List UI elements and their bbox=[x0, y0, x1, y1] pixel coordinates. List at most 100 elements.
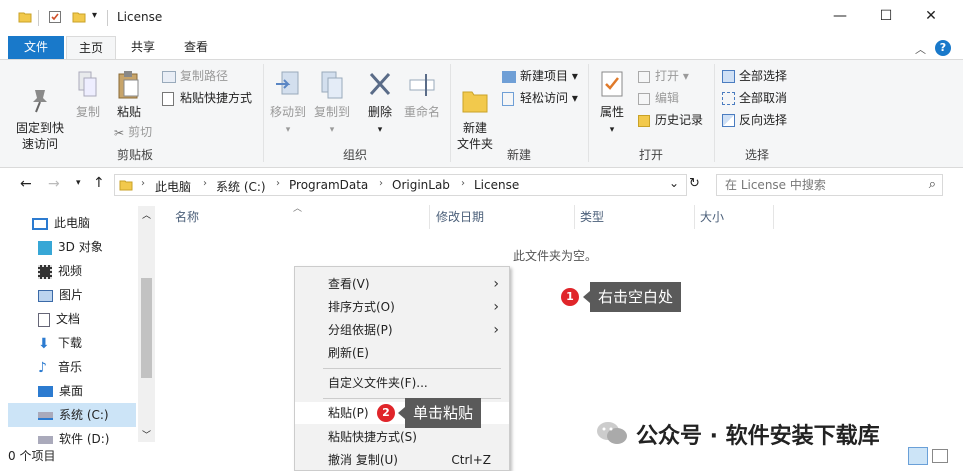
tab-share[interactable]: 共享 bbox=[118, 36, 168, 60]
back-arrow-icon[interactable]: ← bbox=[20, 176, 32, 192]
copy-to-button[interactable]: 复制到 ▾ bbox=[310, 70, 354, 138]
up-arrow-icon[interactable]: ↑ bbox=[93, 175, 105, 191]
breadcrumb-this-pc[interactable]: 此电脑 bbox=[155, 178, 191, 195]
new-item-button[interactable]: 新建项目 ▾ bbox=[502, 66, 578, 86]
breadcrumb-originlab[interactable]: OriginLab bbox=[392, 178, 450, 192]
rename-button[interactable]: 重命名 bbox=[400, 70, 444, 120]
drive-icon bbox=[38, 411, 53, 420]
nav-item-system-c[interactable]: 系统 (C:) bbox=[8, 403, 136, 427]
new-folder-button[interactable]: 新建 文件夹 bbox=[454, 70, 496, 152]
select-all-button[interactable]: 全部选择 bbox=[722, 66, 787, 86]
close-button[interactable]: ✕ bbox=[920, 8, 942, 28]
nav-item-music[interactable]: ♪ 音乐 bbox=[8, 355, 136, 379]
paste-button[interactable]: 粘贴 bbox=[112, 70, 146, 120]
new-folder-quick-icon[interactable] bbox=[72, 10, 86, 24]
address-bar[interactable]: › 此电脑 › 系统 (C:) › ProgramData › OriginLa… bbox=[114, 174, 687, 196]
menu-item-label: 自定义文件夹(F)... bbox=[328, 376, 428, 390]
paste-icon bbox=[118, 71, 139, 99]
select-none-button[interactable]: 全部取消 bbox=[722, 88, 787, 108]
menu-item-group[interactable]: 分组依据(P) › bbox=[295, 319, 509, 341]
history-button[interactable]: 历史记录 bbox=[638, 110, 703, 130]
menu-item-customize[interactable]: 自定义文件夹(F)... bbox=[295, 372, 509, 394]
scroll-down-chevron-icon[interactable]: ﹀ bbox=[142, 428, 151, 441]
select-none-label: 全部取消 bbox=[739, 91, 788, 105]
breadcrumb-system-c[interactable]: 系统 (C:) bbox=[216, 178, 266, 195]
menu-item-label: 粘贴快捷方式(S) bbox=[328, 430, 417, 444]
tab-file[interactable]: 文件 bbox=[8, 36, 64, 60]
maximize-button[interactable]: ☐ bbox=[875, 8, 897, 28]
delete-button[interactable]: 删除 ▾ bbox=[362, 70, 398, 138]
refresh-icon[interactable]: ↻ bbox=[689, 176, 700, 191]
nav-item-desktop[interactable]: 桌面 bbox=[8, 379, 136, 403]
breadcrumb-license[interactable]: License bbox=[474, 178, 519, 192]
properties-button[interactable]: 属性 ▾ bbox=[594, 70, 630, 138]
cut-label: 剪切 bbox=[128, 125, 153, 139]
invert-selection-button[interactable]: 反向选择 bbox=[722, 110, 787, 130]
watermark-text: 公众号 · 软件安装下载库 bbox=[636, 424, 880, 449]
properties-quick-icon[interactable] bbox=[48, 10, 62, 24]
copy-button[interactable]: 复制 bbox=[72, 70, 104, 120]
pin-label: 固定到快 速访问 bbox=[15, 121, 64, 151]
search-input[interactable]: 在 License 中搜索 ⌕ bbox=[716, 174, 943, 196]
copy-path-button[interactable]: 复制路径 bbox=[162, 66, 228, 86]
menu-item-view[interactable]: 查看(V) › bbox=[295, 273, 509, 295]
search-icon: ⌕ bbox=[928, 177, 936, 192]
picture-icon bbox=[38, 289, 53, 302]
sort-chevron-icon: ︿ bbox=[293, 204, 303, 214]
menu-separator bbox=[323, 368, 501, 369]
forward-arrow-icon[interactable]: → bbox=[48, 176, 60, 192]
column-header-name[interactable]: 名称 bbox=[175, 208, 199, 225]
cut-button[interactable]: ✂ 剪切 bbox=[114, 122, 152, 142]
column-header-date[interactable]: 修改日期 bbox=[436, 208, 484, 225]
step-1-callout: 右击空白处 bbox=[582, 282, 682, 312]
paste-label: 粘贴 bbox=[116, 105, 141, 119]
nav-item-this-pc[interactable]: 此电脑 bbox=[0, 211, 128, 235]
scroll-up-chevron-icon[interactable]: ︿ bbox=[142, 208, 151, 221]
nav-item-downloads[interactable]: ⬇ 下载 bbox=[8, 331, 136, 355]
search-placeholder: 在 License 中搜索 bbox=[725, 178, 826, 192]
details-view-icon[interactable] bbox=[908, 447, 928, 465]
menu-item-refresh[interactable]: 刷新(E) bbox=[295, 342, 509, 364]
menu-item-undo-copy[interactable]: 撤消 复制(U) Ctrl+Z bbox=[295, 449, 509, 471]
tab-home[interactable]: 主页 bbox=[66, 36, 116, 60]
collapse-ribbon-chevron-icon[interactable]: ︿ bbox=[915, 41, 926, 57]
computer-icon bbox=[32, 217, 48, 230]
menu-item-label: 粘贴(P) bbox=[328, 406, 369, 420]
ribbon-divider bbox=[450, 64, 451, 162]
column-header-size[interactable]: 大小 bbox=[700, 208, 724, 225]
menu-item-label: 查看(V) bbox=[328, 277, 370, 291]
nav-item-3d-objects[interactable]: 3D 对象 bbox=[8, 235, 136, 259]
breadcrumb-programdata[interactable]: ProgramData bbox=[289, 178, 368, 192]
properties-label: 属性 bbox=[599, 105, 624, 119]
pin-quick-access-button[interactable]: 固定到快 速访问 bbox=[12, 70, 68, 152]
move-to-button[interactable]: 移动到 ▾ bbox=[268, 70, 308, 138]
recent-locations-chevron-icon[interactable]: ▾ bbox=[76, 178, 81, 188]
easy-access-button[interactable]: 轻松访问 ▾ bbox=[502, 88, 578, 108]
customize-toolbar-chevron-icon[interactable]: ▾ bbox=[92, 10, 97, 21]
pin-icon bbox=[33, 90, 47, 113]
tab-view[interactable]: 查看 bbox=[170, 36, 222, 60]
nav-item-videos[interactable]: 视频 bbox=[8, 259, 136, 283]
address-history-chevron-icon[interactable]: ⌄ bbox=[669, 176, 679, 190]
film-icon bbox=[38, 264, 52, 279]
folder-icon bbox=[119, 180, 133, 191]
scrollbar-thumb[interactable] bbox=[141, 278, 152, 378]
menu-item-paste-shortcut[interactable]: 粘贴快捷方式(S) bbox=[295, 426, 509, 448]
step-2-callout: 单击粘贴 bbox=[397, 398, 482, 428]
column-header-type[interactable]: 类型 bbox=[580, 208, 604, 225]
open-button[interactable]: 打开 ▾ bbox=[638, 66, 689, 86]
edit-button[interactable]: 编辑 bbox=[638, 88, 679, 108]
minimize-button[interactable]: — bbox=[829, 8, 851, 28]
paste-shortcut-button[interactable]: 粘贴快捷方式 bbox=[162, 88, 252, 108]
copy-path-label: 复制路径 bbox=[180, 69, 229, 83]
large-icons-view-icon[interactable] bbox=[932, 449, 948, 463]
folder-icon bbox=[18, 12, 32, 23]
new-group-label: 新建 bbox=[506, 148, 531, 162]
help-icon[interactable]: ? bbox=[935, 40, 951, 56]
ribbon-divider bbox=[714, 64, 715, 162]
copy-label: 复制 bbox=[75, 105, 100, 119]
nav-item-pictures[interactable]: 图片 bbox=[8, 283, 136, 307]
menu-item-sort[interactable]: 排序方式(O) › bbox=[295, 296, 509, 318]
navigation-pane: 此电脑 3D 对象 视频 图片 文档 ⬇ 下载 ♪ 音乐 桌面 系统 (C:) 软件… bbox=[0, 204, 155, 446]
nav-item-documents[interactable]: 文档 bbox=[8, 307, 136, 331]
